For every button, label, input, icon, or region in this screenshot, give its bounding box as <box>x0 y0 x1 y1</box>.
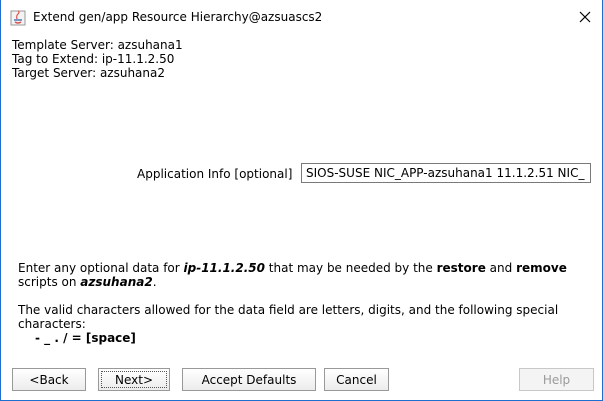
app-info-label: Application Info [optional] <box>137 167 293 181</box>
desc-server: azsuhana2 <box>80 275 153 289</box>
desc-restore: restore <box>436 261 486 275</box>
template-server-label: Template Server: azsuhana1 <box>12 38 183 52</box>
server-info: Template Server: azsuhana1 Tag to Extend… <box>12 38 183 80</box>
description-text: Enter any optional data for ip-11.1.2.50… <box>18 261 598 345</box>
target-server-label: Target Server: azsuhana2 <box>12 66 165 80</box>
desc-text: . <box>152 275 157 289</box>
desc-text: and <box>485 261 517 275</box>
java-app-icon <box>10 10 26 26</box>
description-paragraph-2: The valid characters allowed for the dat… <box>18 303 559 331</box>
valid-characters: - _ . / = [space] <box>35 331 136 345</box>
accept-defaults-button[interactable]: Accept Defaults <box>182 368 316 391</box>
close-icon[interactable] <box>568 3 602 31</box>
tag-to-extend-label: Tag to Extend: ip-11.1.2.50 <box>12 52 175 66</box>
window-title: Extend gen/app Resource Hierarchy@azsuas… <box>33 10 323 24</box>
desc-text: that may be needed by the <box>264 261 437 275</box>
dialog-window: Extend gen/app Resource Hierarchy@azsuas… <box>0 0 603 401</box>
app-info-input[interactable]: SIOS-SUSE NIC_APP-azsuhana1 11.1.2.51 NI… <box>301 163 591 183</box>
desc-tag: ip-11.1.2.50 <box>183 261 265 275</box>
cancel-button[interactable]: Cancel <box>324 368 389 391</box>
desc-remove: remove <box>516 261 567 275</box>
description-paragraph-1: Enter any optional data for ip-11.1.2.50… <box>18 261 598 289</box>
desc-text: Enter any optional data for <box>18 261 184 275</box>
title-bar: Extend gen/app Resource Hierarchy@azsuas… <box>1 3 602 31</box>
back-button[interactable]: <Back <box>12 368 86 391</box>
help-button[interactable]: Help <box>519 368 594 391</box>
next-button[interactable]: Next> <box>98 368 170 391</box>
desc-text: scripts on <box>18 275 81 289</box>
